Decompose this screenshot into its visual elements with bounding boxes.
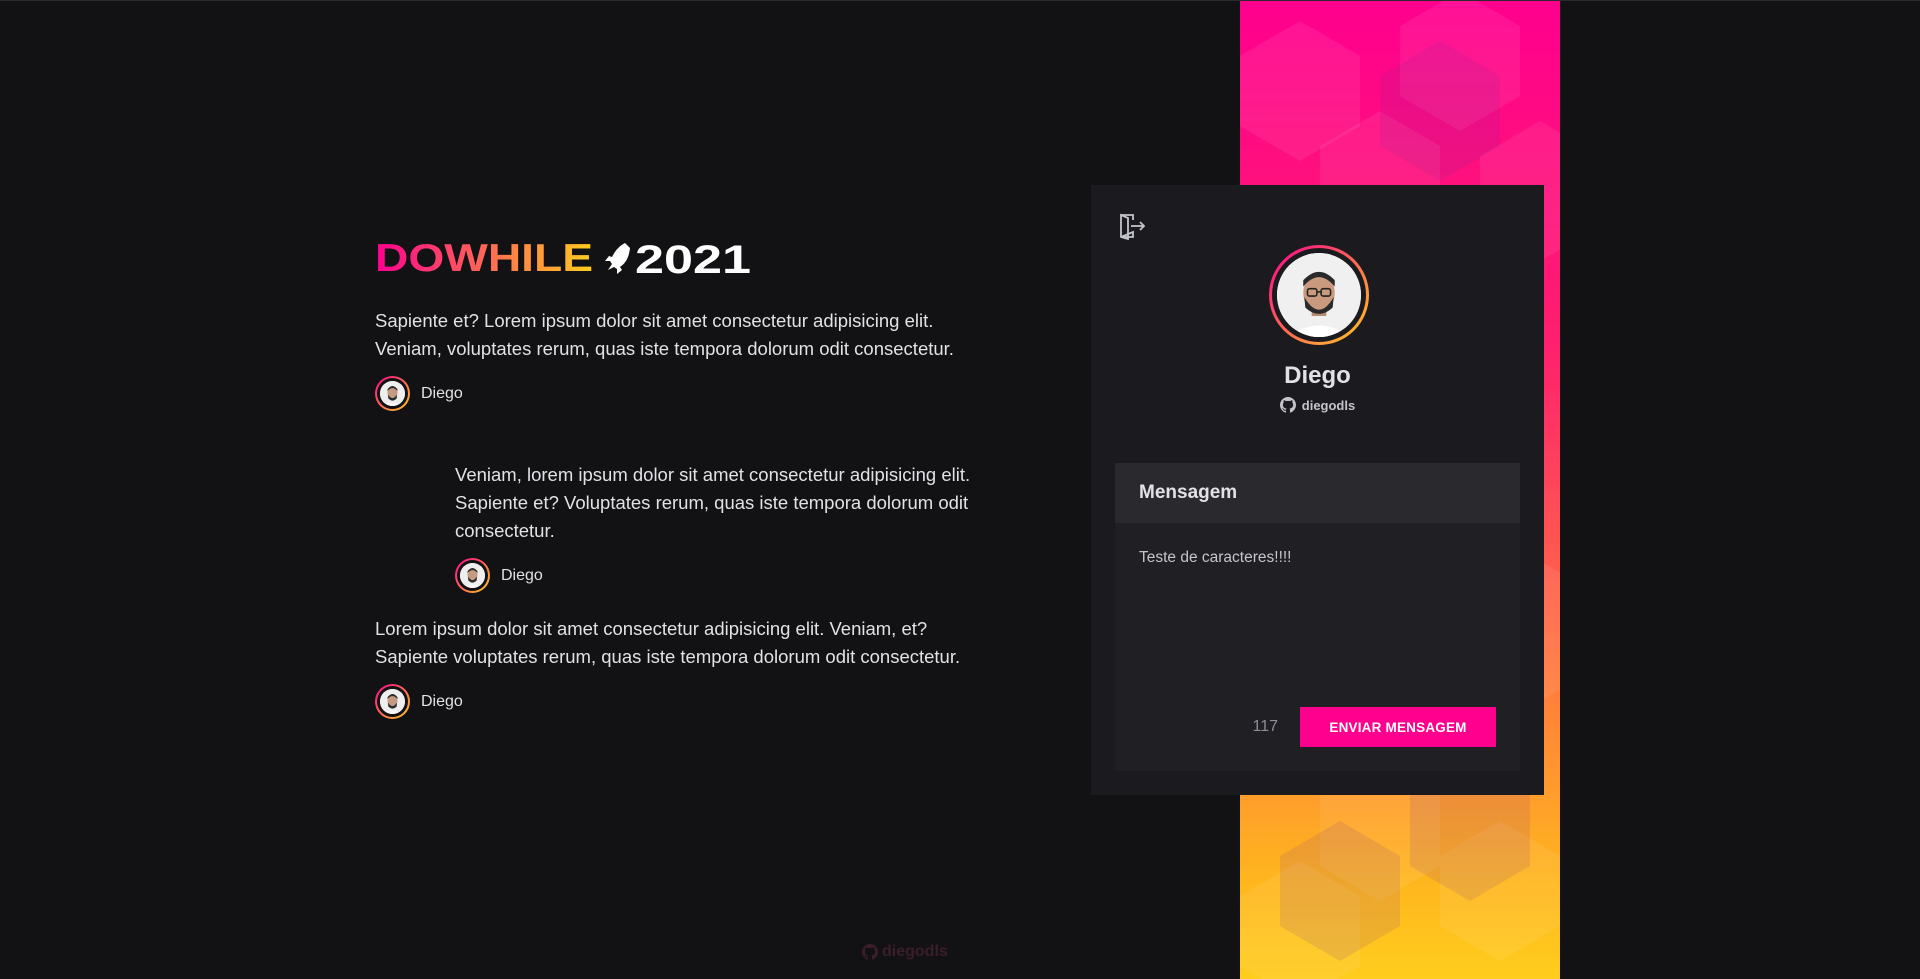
app-root: DOWHILE 2021 Sapiente et? Lorem ipsum do… xyxy=(0,0,1920,979)
footer-link-text: diegodls xyxy=(882,943,948,960)
top-border xyxy=(0,0,1920,1)
logo-wordmark: DOWHILE xyxy=(375,237,593,279)
avatar xyxy=(455,558,490,593)
message-item: Lorem ipsum dolor sit amet consectetur a… xyxy=(375,615,975,719)
message-user: Diego xyxy=(455,558,975,593)
message-item: Veniam, lorem ipsum dolor sit amet conse… xyxy=(455,461,975,593)
message-panel: Diego diegodls Mensagem Teste de caracte… xyxy=(1091,185,1544,795)
user-photo xyxy=(380,381,405,406)
char-counter: 117 xyxy=(1252,718,1278,735)
form-title: Mensagem xyxy=(1115,463,1520,523)
message-form: Mensagem Teste de caracteres!!!! 117 ENV… xyxy=(1115,463,1520,771)
message-user-name: Diego xyxy=(421,384,463,402)
message-user-name: Diego xyxy=(421,692,463,710)
form-footer: 117 ENVIAR MENSAGEM xyxy=(1252,707,1496,747)
avatar xyxy=(375,684,410,719)
profile-login: diegodls xyxy=(1301,397,1356,413)
message-user: Diego xyxy=(375,684,975,719)
send-message-button[interactable]: ENVIAR MENSAGEM xyxy=(1300,707,1496,747)
avatar xyxy=(375,376,410,411)
profile-photo xyxy=(1277,253,1361,337)
message-text: Lorem ipsum dolor sit amet consectetur a… xyxy=(375,618,961,667)
footer-github-link[interactable]: diegodls xyxy=(862,943,948,961)
logo-year: 2021 xyxy=(635,238,751,279)
sign-out-button[interactable] xyxy=(1117,211,1147,241)
user-photo xyxy=(460,563,485,588)
dowhile-logo: DOWHILE 2021 xyxy=(375,237,751,279)
dowhile-logo-graphic: DOWHILE 2021 xyxy=(375,237,751,279)
github-icon xyxy=(862,944,878,960)
profile-avatar xyxy=(1269,245,1369,345)
message-text: Veniam, lorem ipsum dolor sit amet conse… xyxy=(455,464,971,541)
message-item: Sapiente et? Lorem ipsum dolor sit amet … xyxy=(375,307,975,411)
message-user: Diego xyxy=(375,376,975,411)
sign-out-icon xyxy=(1120,213,1146,240)
profile-github-link[interactable]: diegodls xyxy=(1091,397,1544,413)
message-user-name: Diego xyxy=(501,566,543,584)
github-icon xyxy=(1279,397,1296,413)
rocket-icon xyxy=(605,243,630,274)
message-input[interactable]: Teste de caracteres!!!! xyxy=(1115,523,1520,693)
user-photo xyxy=(380,689,405,714)
profile-name: Diego xyxy=(1284,362,1351,389)
message-text: Sapiente et? Lorem ipsum dolor sit amet … xyxy=(375,310,954,359)
